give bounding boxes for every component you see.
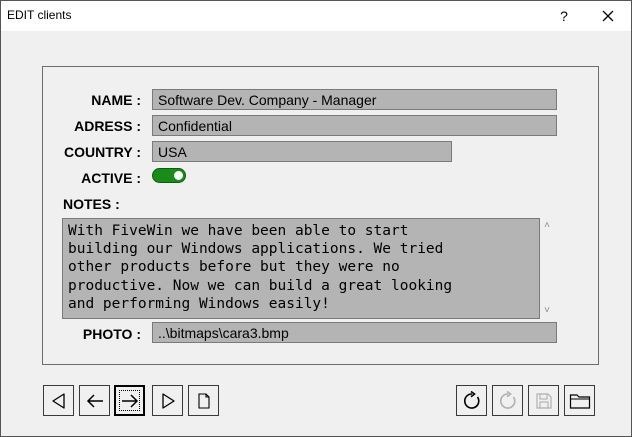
scroll-up-icon[interactable]: ˄ [542, 221, 552, 231]
triangle-right-icon [161, 392, 175, 409]
last-record-button[interactable] [152, 385, 183, 416]
photo-field[interactable]: ..\bitmaps\cara3.bmp [152, 322, 557, 343]
adress-field[interactable]: Confidential [152, 115, 557, 136]
adress-label: ADRESS : [74, 118, 141, 134]
help-button[interactable]: ? [549, 1, 579, 30]
scroll-down-icon[interactable]: ˅ [542, 306, 552, 316]
notes-label: NOTES : [63, 196, 120, 212]
country-label: COUNTRY : [64, 144, 141, 160]
active-label: ACTIVE : [81, 170, 141, 186]
save-button[interactable] [528, 385, 559, 416]
arrow-right-icon [121, 393, 138, 408]
open-folder-button[interactable] [564, 385, 595, 416]
folder-icon [569, 393, 590, 409]
refresh-button[interactable] [456, 385, 487, 416]
close-icon [602, 10, 614, 21]
photo-label: PHOTO : [82, 326, 141, 342]
client-form-panel: NAME : Software Dev. Company - Manager A… [42, 66, 599, 365]
previous-record-button[interactable] [79, 385, 110, 416]
arrow-left-icon [86, 393, 103, 408]
first-record-button[interactable] [43, 385, 74, 416]
undo-button[interactable] [492, 385, 523, 416]
edit-clients-window: EDIT clients ? NAME : Software Dev. Comp… [0, 0, 632, 437]
active-toggle[interactable] [152, 168, 186, 183]
name-label: NAME : [91, 92, 141, 108]
document-icon [197, 392, 210, 409]
undo-icon [499, 390, 516, 409]
toggle-knob [174, 171, 183, 180]
close-button[interactable] [593, 1, 623, 30]
triangle-left-icon [51, 392, 65, 409]
notes-textarea[interactable]: With FiveWin we have been able to start … [62, 218, 540, 319]
refresh-icon [463, 390, 480, 409]
floppy-disk-icon [535, 392, 552, 409]
country-field[interactable]: USA [152, 141, 452, 162]
new-record-button[interactable] [188, 385, 219, 416]
window-title: EDIT clients [7, 8, 72, 22]
name-field[interactable]: Software Dev. Company - Manager [152, 89, 557, 110]
title-bar: EDIT clients ? [1, 1, 631, 31]
next-record-button[interactable] [114, 385, 145, 416]
